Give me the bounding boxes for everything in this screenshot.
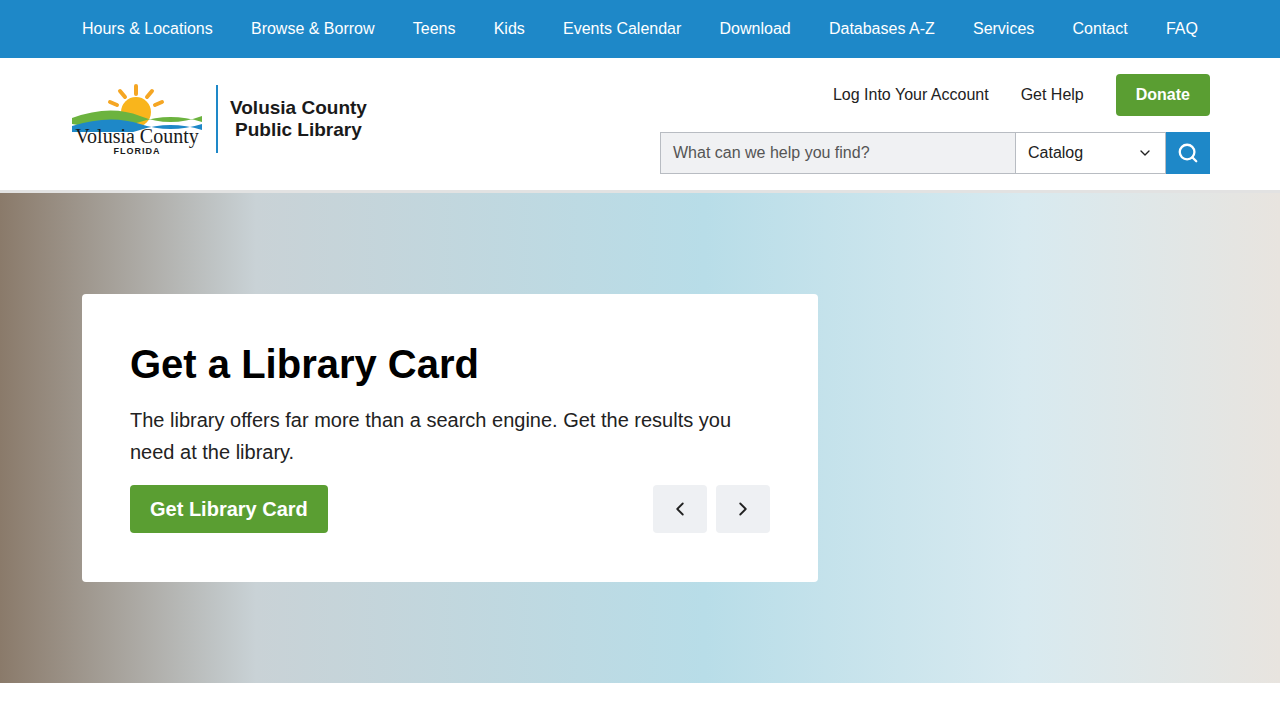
- top-nav-item[interactable]: Hours & Locations: [82, 17, 213, 41]
- top-nav-item[interactable]: Databases A-Z: [829, 17, 935, 41]
- search-bar: What can we help you find?Catalog: [660, 132, 1210, 174]
- get-library-card-button[interactable]: Get Library Card: [130, 485, 328, 533]
- library-name-line: Public Library: [230, 119, 367, 141]
- next-slide-button[interactable]: [716, 485, 770, 533]
- search-input[interactable]: What can we help you find?: [660, 132, 1016, 174]
- top-nav-item[interactable]: Events Calendar: [563, 17, 681, 41]
- top-nav: Hours & Locations Browse & Borrow Teens Kid…: [0, 0, 1280, 58]
- sun-logo-icon: [70, 82, 204, 132]
- search-icon: [1177, 142, 1199, 164]
- chevron-right-icon: [732, 498, 754, 520]
- hero-title: Get a Library Card: [130, 338, 770, 390]
- donate-button[interactable]: Donate: [1116, 74, 1210, 116]
- previous-slide-button[interactable]: [653, 485, 707, 533]
- library-name-line: Volusia County: [230, 97, 367, 119]
- logo-county: Volusia County: [75, 126, 199, 146]
- chevron-down-icon: [1137, 145, 1153, 161]
- top-nav-item[interactable]: Teens: [413, 17, 456, 41]
- hero-text: The library offers far more than a searc…: [130, 404, 770, 468]
- search-scope-select[interactable]: Catalog: [1016, 132, 1166, 174]
- chevron-left-icon: [669, 498, 691, 520]
- top-nav-item[interactable]: Browse & Borrow: [251, 17, 375, 41]
- top-nav-item[interactable]: Contact: [1073, 17, 1128, 41]
- top-nav-item[interactable]: Kids: [494, 17, 525, 41]
- hero: Get a Library Card The library offers far…: [0, 193, 1280, 683]
- header-link[interactable]: Get Help: [1021, 83, 1084, 107]
- top-nav-item[interactable]: Download: [720, 17, 791, 41]
- logo[interactable]: Volusia CountyFLORIDAVolusia CountyPubli…: [70, 74, 367, 156]
- logo-divider: [216, 85, 218, 153]
- header: Volusia CountyFLORIDAVolusia CountyPubli…: [0, 58, 1280, 193]
- hero-card: Get a Library Card The library offers far…: [82, 294, 818, 582]
- logo-state: FLORIDA: [114, 146, 161, 156]
- header-link[interactable]: Log Into Your Account: [833, 83, 989, 107]
- search-button[interactable]: [1166, 132, 1210, 174]
- top-nav-item[interactable]: Services: [973, 17, 1034, 41]
- page: Hours & Locations Browse & Borrow Teens Kid…: [0, 0, 1280, 720]
- top-nav-item[interactable]: FAQ: [1166, 17, 1198, 41]
